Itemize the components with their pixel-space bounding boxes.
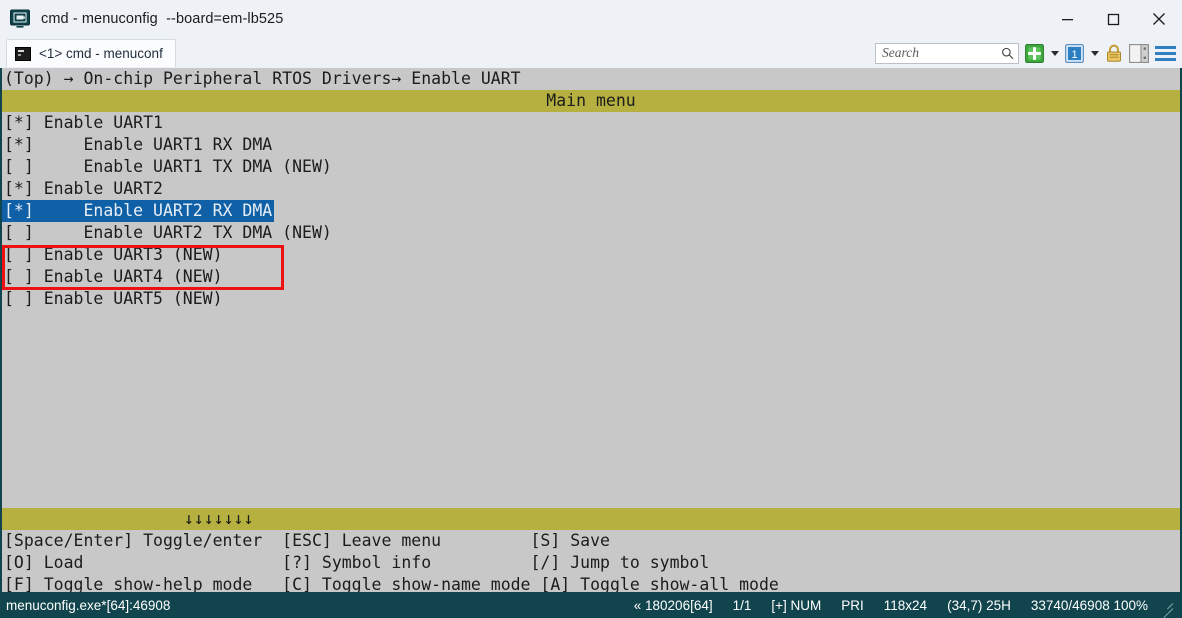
help-line-2: [F] Toggle show-help mode [C] Toggle sho… <box>2 574 1180 592</box>
status-cell-2: [+] NUM <box>761 598 831 613</box>
status-cell-3: PRI <box>831 598 874 613</box>
new-console-dropdown-icon[interactable] <box>1051 51 1059 56</box>
help-line-0: [Space/Enter] Toggle/enter [ESC] Leave m… <box>2 530 1180 552</box>
list-item[interactable]: [ ] Enable UART1 TX DMA (NEW) <box>2 156 1180 178</box>
status-cell-0: « 180206[64] <box>624 598 723 613</box>
blank-line <box>2 376 1180 398</box>
console-monitor-icon <box>9 8 31 30</box>
console-icon <box>15 47 31 61</box>
list-item[interactable]: [ ] Enable UART5 (NEW) <box>2 288 1180 310</box>
list-item[interactable]: [*] Enable UART1 <box>2 112 1180 134</box>
menu-item-6[interactable]: [ ] Enable UART3 (NEW) <box>2 244 1180 266</box>
search-input[interactable] <box>882 45 1001 61</box>
menu-item-1[interactable]: [*] Enable UART1 RX DMA <box>2 134 1180 156</box>
close-button[interactable] <box>1136 0 1182 38</box>
list-item[interactable]: [ ] Enable UART2 TX DMA (NEW) <box>2 222 1180 244</box>
search-icon[interactable] <box>1001 46 1014 61</box>
blank-line <box>2 310 1180 332</box>
menu-item-3[interactable]: [*] Enable UART2 <box>2 178 1180 200</box>
breadcrumb: (Top) → On-chip Peripheral RTOS Drivers→… <box>2 68 1180 90</box>
search-box[interactable] <box>875 43 1019 64</box>
help-line-1: [O] Load [?] Symbol info [/] Jump to sym… <box>2 552 1180 574</box>
svg-text:1: 1 <box>1071 49 1077 61</box>
blank-line <box>2 354 1180 376</box>
active-console-icon[interactable]: 1 <box>1065 44 1084 63</box>
menu-item-7[interactable]: [ ] Enable UART4 (NEW) <box>2 266 1180 288</box>
window-controls <box>1044 0 1182 38</box>
menu-item-4[interactable]: [*] Enable UART2 RX DMA <box>2 200 274 222</box>
resize-grip-icon[interactable] <box>1160 598 1174 612</box>
blank-line <box>2 486 1180 508</box>
blank-line <box>2 398 1180 420</box>
menu-item-0[interactable]: [*] Enable UART1 <box>2 112 1180 134</box>
new-console-plus-icon[interactable] <box>1025 44 1044 63</box>
status-bar: menuconfig.exe*[64]:46908 « 180206[64] 1… <box>0 592 1182 618</box>
minimize-button[interactable] <box>1044 0 1090 38</box>
blank-line <box>2 464 1180 486</box>
status-cells: « 180206[64] 1/1 [+] NUM PRI 118x24 (34,… <box>624 598 1182 613</box>
list-item[interactable]: [ ] Enable UART4 (NEW) <box>2 266 1180 288</box>
status-cell-5: (34,7) 25H <box>937 598 1021 613</box>
toolbar: 1 <box>875 38 1176 68</box>
status-cell-4: 118x24 <box>874 598 937 613</box>
menu-title-bar: Main menu <box>2 90 1180 112</box>
status-cell-1: 1/1 <box>723 598 762 613</box>
split-pane-icon[interactable] <box>1129 44 1149 63</box>
menu-item-2[interactable]: [ ] Enable UART1 TX DMA (NEW) <box>2 156 1180 178</box>
tab-cmd-menuconf[interactable]: <1> cmd - menuconf <box>6 39 176 67</box>
menu-item-8[interactable]: [ ] Enable UART5 (NEW) <box>2 288 1180 310</box>
menu-item-5[interactable]: [ ] Enable UART2 TX DMA (NEW) <box>2 222 1180 244</box>
terminal-screen[interactable]: (Top) → On-chip Peripheral RTOS Drivers→… <box>0 68 1182 592</box>
list-item-selected[interactable]: [*] Enable UART2 RX DMA <box>2 200 1180 222</box>
status-process: menuconfig.exe*[64]:46908 <box>0 598 170 613</box>
status-cell-6: 33740/46908 100% <box>1021 598 1158 613</box>
list-item[interactable]: [*] Enable UART1 RX DMA <box>2 134 1180 156</box>
maximize-button[interactable] <box>1090 0 1136 38</box>
scroll-down-indicator: ↓↓↓↓↓↓↓ <box>2 508 1180 530</box>
list-item[interactable]: [ ] Enable UART3 (NEW) <box>2 244 1180 266</box>
conemu-window: cmd - menuconfig --board=em-lb525 <1> cm… <box>0 0 1182 618</box>
blank-line <box>2 442 1180 464</box>
active-console-dropdown-icon[interactable] <box>1091 51 1099 56</box>
title-bar: cmd - menuconfig --board=em-lb525 <box>0 0 1182 39</box>
help-footer: [Space/Enter] Toggle/enter [ESC] Leave m… <box>2 530 1180 592</box>
hamburger-menu-icon[interactable] <box>1155 45 1176 62</box>
blank-line <box>2 420 1180 442</box>
lock-icon[interactable] <box>1105 44 1123 63</box>
blank-line <box>2 332 1180 354</box>
menu-item-list: [*] Enable UART1 [*] Enable UART1 RX DMA… <box>2 112 1180 508</box>
tab-label: <1> cmd - menuconf <box>39 46 163 61</box>
list-item[interactable]: [*] Enable UART2 <box>2 178 1180 200</box>
window-title: cmd - menuconfig --board=em-lb525 <box>41 11 283 27</box>
